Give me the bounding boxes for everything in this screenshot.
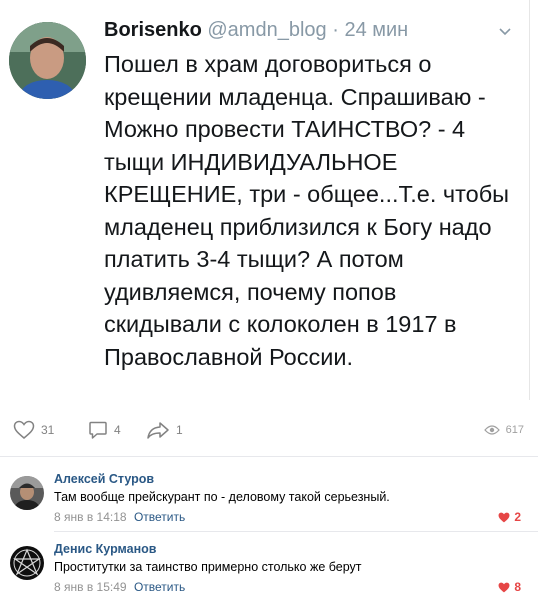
tweet-separator: ·: [332, 19, 339, 41]
eye-icon: [483, 425, 500, 435]
comment-author-avatar[interactable]: [10, 476, 44, 510]
comment-author-name[interactable]: Денис Курманов: [54, 542, 156, 556]
comment-text: Проститутки за таинство примерно столько…: [54, 560, 362, 574]
tweet-author-avatar[interactable]: [9, 22, 86, 99]
reply-button[interactable]: Ответить: [134, 510, 185, 524]
comment-divider: [54, 531, 538, 532]
views-counter: 617: [483, 420, 524, 440]
like-count: 31: [41, 423, 55, 437]
comment-count: 4: [114, 423, 121, 437]
comment-text: Там вообще прейскурант по - деловому так…: [54, 490, 390, 504]
comment-item: Денис Курманов Проститутки за таинство п…: [0, 538, 538, 600]
tweet-timestamp[interactable]: 24 мин: [344, 19, 408, 41]
comment-like-button[interactable]: 2: [498, 510, 521, 524]
embedded-tweet: Borisenko @amdn_blog · 24 мин Пошел в хр…: [0, 0, 530, 400]
section-divider: [0, 456, 538, 457]
share-count: 1: [176, 423, 183, 437]
comment-like-count: 2: [514, 510, 521, 524]
comment-button[interactable]: 4: [88, 420, 121, 440]
comment-author-avatar[interactable]: [10, 546, 44, 580]
comment-icon: [89, 421, 107, 439]
tweet-body-text: Пошел в храм договориться о крещении мла…: [104, 51, 510, 370]
comment-like-button[interactable]: 8: [498, 580, 521, 594]
views-count: 617: [505, 424, 524, 436]
comment-timestamp[interactable]: 8 янв в 15:49: [54, 580, 127, 594]
like-button[interactable]: 31: [13, 420, 54, 440]
comment-timestamp[interactable]: 8 янв в 14:18: [54, 510, 127, 524]
comment-like-count: 8: [514, 580, 521, 594]
heart-icon: [13, 420, 35, 439]
reply-button[interactable]: Ответить: [134, 580, 185, 594]
post-actions-bar: 31 4 1 617: [0, 410, 538, 450]
heart-icon: [498, 582, 510, 592]
tweet-author-handle[interactable]: @amdn_blog: [207, 19, 326, 41]
comment-meta: 8 янв в 14:18 Ответить: [54, 510, 185, 524]
share-button[interactable]: 1: [146, 420, 183, 440]
chevron-down-icon[interactable]: [497, 23, 513, 39]
share-icon: [147, 422, 169, 439]
tweet-author-name[interactable]: Borisenko: [104, 19, 202, 41]
comment-meta: 8 янв в 15:49 Ответить: [54, 580, 185, 594]
comment-author-name[interactable]: Алексей Стуров: [54, 472, 154, 486]
heart-icon: [498, 512, 510, 522]
comment-item: Алексей Стуров Там вообще прейскурант по…: [0, 468, 538, 530]
tweet-header: Borisenko @amdn_blog · 24 мин: [104, 16, 408, 44]
